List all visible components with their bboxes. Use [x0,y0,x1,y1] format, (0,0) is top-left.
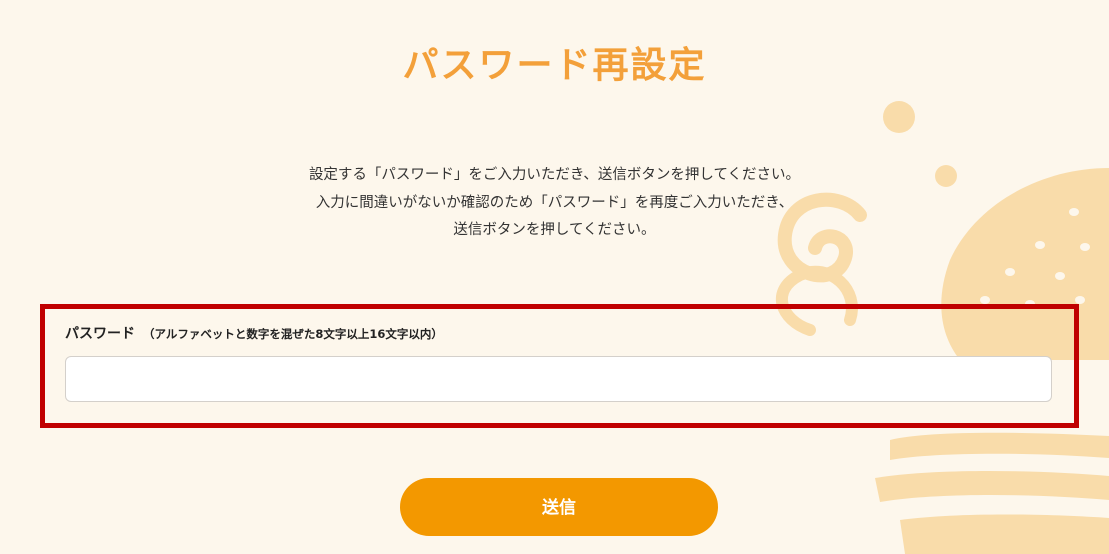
deco-seed [980,296,990,304]
page-title: パスワード再設定 [402,45,707,86]
deco-layer [890,432,1109,460]
deco-bubble-small [883,101,915,133]
password-label: パスワード [65,326,135,342]
instruction-line: 設定する「パスワード」をご入力いただき、送信ボタンを押してください。 [308,167,801,183]
password-field-highlight: パスワード （アルファベットと数字を混ぜた8文字以上16文字以内） [40,304,1079,428]
deco-layer [900,514,1109,554]
password-requirements-note: （アルファベットと数字を混ぜた8文字以上16文字以内） [143,327,443,341]
deco-layer [875,471,1109,502]
instructions-text: 設定する「パスワード」をご入力いただき、送信ボタンを押してください。 入力に間違… [0,162,1109,245]
password-reset-page: パスワード再設定 設定する「パスワード」をご入力いただき、送信ボタンを押してくだ… [0,0,1109,554]
instruction-line: 入力に間違いがないか確認のため「パスワード」を再度ご入力いただき、 [315,194,794,211]
password-field-label: パスワード （アルファベットと数字を混ぜた8文字以上16文字以内） [65,323,443,343]
deco-seed [1055,272,1065,280]
password-input[interactable] [65,356,1052,402]
instruction-line: 送信ボタンを押してください。 [453,222,656,238]
submit-button[interactable]: 送信 [400,478,718,536]
deco-seed [1075,296,1085,304]
deco-seed [1005,268,1015,276]
